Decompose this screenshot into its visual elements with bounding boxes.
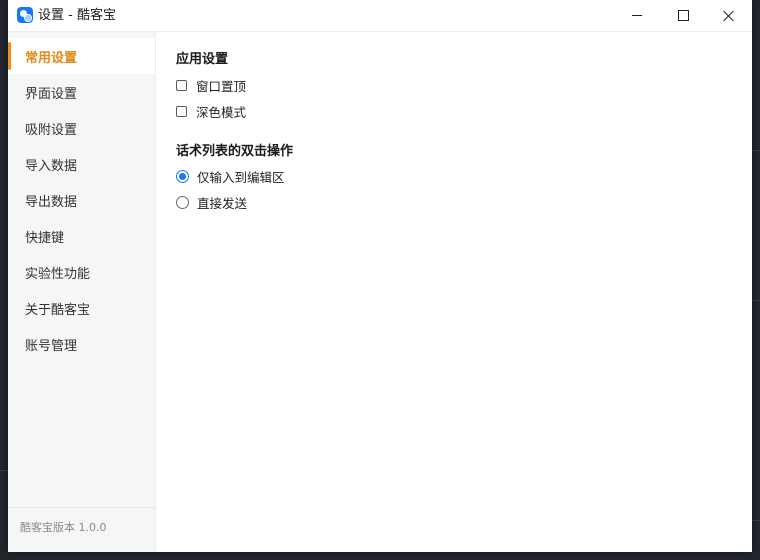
sidebar-item-label: 账号管理 (25, 338, 78, 354)
option-label: 窗口置顶 (196, 78, 247, 94)
sidebar-item-shortcuts[interactable]: 快捷键 (8, 218, 155, 254)
sidebar-item-label: 界面设置 (25, 86, 78, 102)
option-label: 深色模式 (196, 104, 247, 120)
sidebar-item-common-settings[interactable]: 常用设置 (8, 38, 155, 74)
version-label: 酷客宝版本 1.0.0 (20, 521, 107, 534)
option-dark-mode[interactable]: 深色模式 (176, 102, 246, 120)
sidebar-item-interface-settings[interactable]: 界面设置 (8, 74, 155, 110)
sidebar-item-account[interactable]: 账号管理 (8, 326, 155, 362)
sidebar-divider (8, 507, 155, 508)
settings-content: 应用设置 窗口置顶 深色模式 话术列表的双击操作 仅输入到编辑区 直接发送 (156, 32, 752, 552)
sidebar-item-label: 关于酷客宝 (25, 302, 91, 318)
window-title: 设置 - 酷客宝 (38, 8, 116, 23)
option-send-directly[interactable]: 直接发送 (176, 193, 247, 211)
option-label: 仅输入到编辑区 (197, 169, 285, 185)
minimize-icon (632, 15, 642, 16)
minimize-button[interactable] (614, 0, 660, 31)
sidebar-item-import-data[interactable]: 导入数据 (8, 146, 155, 182)
option-always-on-top[interactable]: 窗口置顶 (176, 76, 246, 94)
maximize-button[interactable] (660, 0, 706, 31)
send-directly-radio[interactable] (176, 195, 189, 209)
close-icon (723, 10, 735, 22)
sidebar-item-label: 导出数据 (25, 194, 78, 210)
sidebar-item-label: 实验性功能 (25, 266, 91, 282)
dark-mode-checkbox[interactable] (176, 105, 187, 117)
close-button[interactable] (706, 0, 752, 31)
sidebar-item-label: 导入数据 (25, 158, 78, 174)
option-input-to-editor[interactable]: 仅输入到编辑区 (176, 167, 285, 185)
sidebar-item-export-data[interactable]: 导出数据 (8, 182, 155, 218)
section-title-app-settings: 应用设置 (176, 52, 229, 67)
always-on-top-checkbox[interactable] (176, 79, 187, 91)
sidebar-item-experimental[interactable]: 实验性功能 (8, 254, 155, 290)
sidebar-item-label: 常用设置 (25, 50, 78, 66)
option-label: 直接发送 (197, 195, 248, 211)
settings-sidebar: 常用设置 界面设置 吸附设置 导入数据 导出数据 快捷键 实验性功能 关于酷客宝… (8, 32, 156, 552)
input-to-editor-radio[interactable] (176, 169, 189, 183)
section-title-double-click: 话术列表的双击操作 (176, 144, 294, 159)
sidebar-item-about[interactable]: 关于酷客宝 (8, 290, 155, 326)
sidebar-item-label: 吸附设置 (25, 122, 78, 138)
maximize-icon (677, 10, 689, 21)
settings-window: 设置 - 酷客宝 常用设置 界面设置 吸附设置 导入数据 导出数据 快捷键 实验… (8, 0, 752, 552)
app-logo-icon (17, 7, 33, 23)
sidebar-item-label: 快捷键 (25, 230, 65, 246)
title-bar[interactable]: 设置 - 酷客宝 (8, 0, 752, 32)
sidebar-item-snap-settings[interactable]: 吸附设置 (8, 110, 155, 146)
